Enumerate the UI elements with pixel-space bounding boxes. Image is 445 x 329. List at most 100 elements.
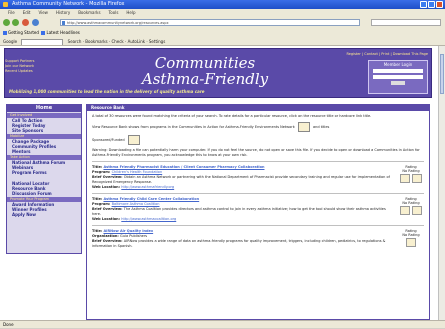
sponsored-icon <box>127 135 140 145</box>
maximize-button[interactable] <box>428 1 435 8</box>
network-program-icon <box>400 174 410 183</box>
site-header: Support Partners Join our Network Recent… <box>4 48 432 98</box>
sponsored-icon <box>412 206 422 215</box>
sidebar-link[interactable]: Mentors <box>7 149 81 154</box>
resource-program-link[interactable]: Baltimore Asthma Coalition <box>112 202 160 206</box>
window-controls <box>420 1 443 8</box>
close-button[interactable] <box>436 1 443 8</box>
resource-item: Rating No Rating Title: Asthma Friendly … <box>92 165 424 190</box>
sponsored-icon <box>412 174 422 183</box>
header-right: Register | Contact | Print | Download Th… <box>288 52 428 96</box>
menu-file[interactable]: File <box>8 9 15 16</box>
firefox-icon <box>3 2 8 7</box>
status-text: Done <box>3 322 14 327</box>
status-bar: Done <box>0 320 445 328</box>
window-title: Asthma Community Network - Mozilla Firef… <box>12 1 125 7</box>
rating-block: Rating No Rating <box>398 197 424 215</box>
download-warning: Warning: Downloading a file can potentia… <box>92 148 420 157</box>
login-button[interactable] <box>391 81 405 85</box>
forward-icon[interactable] <box>12 19 19 26</box>
header-links-left: Support Partners Join our Network Recent… <box>5 59 77 74</box>
site-logo-title[interactable]: Communities Asthma-Friendly <box>115 55 295 87</box>
resource-brief: Obtain an Asthma Network or partnering w… <box>92 175 390 184</box>
member-login-box: Member Login <box>368 60 428 94</box>
toolbar-autolink[interactable]: AutoLink <box>128 39 145 44</box>
sidebar-home[interactable]: Home <box>7 105 81 112</box>
sidebar-link[interactable]: Apply Now <box>7 212 81 217</box>
resource-item: Rating No Rating Title: Asthma Friendly … <box>92 197 424 222</box>
toolbar-search[interactable]: Search <box>68 39 82 44</box>
legend-row: View Resource Bank shows from programs i… <box>92 122 424 132</box>
network-program-icon <box>400 206 410 215</box>
divider <box>92 161 424 162</box>
page-icon <box>62 21 65 25</box>
menu-bar: File Edit View History Bookmarks Tools H… <box>0 9 445 16</box>
results-intro: A total of 30 resources were found match… <box>92 114 372 118</box>
google-toolbar: Google Search · Bookmarks · Check · Auto… <box>0 37 445 46</box>
no-rating-label: No Rating <box>402 233 420 237</box>
bookmarks-toolbar: Getting Started Latest Headlines <box>0 29 445 37</box>
menu-bookmarks[interactable]: Bookmarks <box>78 9 100 16</box>
header-link[interactable]: Recent Updates <box>5 69 77 74</box>
site-title-line1: Communities <box>154 54 256 72</box>
sidebar-link[interactable]: Program Forms <box>7 170 81 175</box>
rating-block: Rating No Rating <box>398 165 424 183</box>
google-label: Google <box>3 39 18 44</box>
menu-help[interactable]: Help <box>126 9 135 16</box>
legend-tail: and titles <box>313 125 330 129</box>
resource-title-link[interactable]: Asthma Friendly Child Care Center Collab… <box>103 197 199 201</box>
resource-title-link[interactable]: AIRNow Air Quality Index <box>103 229 153 233</box>
menu-edit[interactable]: Edit <box>23 9 31 16</box>
resource-program-link[interactable]: Children's Health Foundation <box>112 170 163 174</box>
search-box[interactable] <box>371 19 441 26</box>
sidebar-link[interactable]: Site Sponsors <box>7 128 81 133</box>
menu-tools[interactable]: Tools <box>109 9 119 16</box>
password-field[interactable] <box>373 75 423 79</box>
resource-title-link[interactable]: Asthma Friendly Pharmacist Education / C… <box>103 165 264 169</box>
divider <box>92 225 424 226</box>
username-field[interactable] <box>373 69 423 73</box>
legend-row-2: Sponsored/Funded <box>92 135 424 145</box>
rating-block: Rating No Rating <box>398 229 424 247</box>
resource-bank-body: A total of 30 resources were found match… <box>87 111 429 255</box>
toolbar-bookmarks[interactable]: Bookmarks <box>85 39 107 44</box>
header-utility-links[interactable]: Register | Contact | Print | Download Th… <box>288 52 428 56</box>
network-program-icon <box>297 122 310 132</box>
scrollbar-thumb[interactable] <box>440 54 444 94</box>
menu-history[interactable]: History <box>56 9 70 16</box>
menu-view[interactable]: View <box>38 9 48 16</box>
bookmark-icon <box>3 31 7 35</box>
navigation-toolbar: http://www.asthmacommunitynetwork.org/re… <box>0 16 445 30</box>
page-viewport: Support Partners Join our Network Recent… <box>0 46 438 320</box>
resource-brief: The Asthma Coalition provides directors … <box>92 207 386 216</box>
divider <box>92 193 424 194</box>
resource-weblink[interactable]: http://www.asthmacoalition.org <box>121 217 176 221</box>
bookmark-latest-headlines[interactable]: Latest Headlines <box>46 30 79 35</box>
sponsored-icon <box>406 238 416 247</box>
google-search-input[interactable] <box>21 38 64 45</box>
left-sidebar: Home Get Involved Call To Action Registe… <box>6 104 82 254</box>
stop-icon[interactable] <box>22 19 29 26</box>
resource-brief: AIRNow provides a wide range of data on … <box>92 239 386 248</box>
legend-text: View Resource Bank shows from programs i… <box>92 125 295 129</box>
resource-item: Rating No Rating Title: AIRNow Air Quali… <box>92 229 424 249</box>
resource-bank-panel: Resource Bank A total of 30 resources we… <box>86 104 430 320</box>
home-icon[interactable] <box>32 19 39 26</box>
resource-weblink[interactable]: http://www.asthmafriendly.org <box>121 185 174 189</box>
window-titlebar: Asthma Community Network - Mozilla Firef… <box>0 0 445 9</box>
vertical-scrollbar[interactable] <box>438 46 445 320</box>
back-icon[interactable] <box>3 19 10 26</box>
resource-organization: Guia Publishers <box>120 234 148 238</box>
rss-icon <box>41 31 46 35</box>
browser-window: Asthma Community Network - Mozilla Firef… <box>0 0 445 328</box>
site-title-line2: Asthma-Friendly <box>141 70 269 88</box>
toolbar-settings[interactable]: Settings <box>149 39 165 44</box>
bookmark-getting-started[interactable]: Getting Started <box>8 30 39 35</box>
site-tagline: Mobilizing 1,000 communities to lead the… <box>9 89 205 94</box>
minimize-button[interactable] <box>420 1 427 8</box>
toolbar-check[interactable]: Check <box>111 39 123 44</box>
member-login-title: Member Login <box>383 62 413 67</box>
sidebar-link[interactable]: Discussion Forum <box>7 191 81 196</box>
no-rating-label: No Rating <box>402 201 420 205</box>
address-bar[interactable]: http://www.asthmacommunitynetwork.org/re… <box>60 19 360 26</box>
